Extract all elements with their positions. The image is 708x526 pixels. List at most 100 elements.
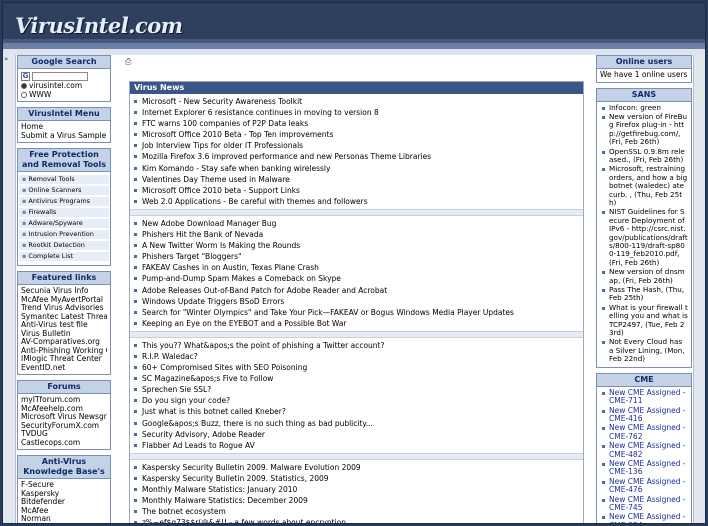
featured-link[interactable]: Anti-Phishing Working Group (21, 347, 107, 356)
news-item[interactable]: Monthly Malware Statistics: January 2010 (130, 484, 583, 495)
protection-link[interactable]: ▪ Complete List (19, 252, 109, 262)
kb-link[interactable]: Norman (21, 515, 107, 523)
news-item[interactable]: Web 2.0 Applications - Be careful with t… (130, 196, 583, 207)
forum-link[interactable]: TVDUG (21, 430, 107, 439)
news-item[interactable]: SC Magazine&apos;s Five to Follow (130, 373, 583, 384)
left-collapse-bar[interactable]: » (3, 55, 16, 523)
news-item[interactable]: Valentines Day Theme used in Malware (130, 174, 583, 185)
news-item[interactable]: R.I.P. Waledac? (130, 351, 583, 362)
news-item[interactable]: Do you sign your code? (130, 395, 583, 406)
search-input[interactable] (32, 72, 88, 81)
featured-link[interactable]: Secunia Virus Info (21, 287, 107, 296)
news-item[interactable]: Microsoft Office 2010 Beta - Top Ten imp… (130, 129, 583, 140)
news-item[interactable]: New Adobe Download Manager Bug (130, 218, 583, 229)
cme-item[interactable]: New CME Assigned - CME-934 (600, 513, 688, 523)
featured-link[interactable]: IMlogic Threat Center (21, 355, 107, 364)
news-item[interactable]: FAKEAV Cashes in on Austin, Texas Plane … (130, 262, 583, 273)
news-item[interactable]: Monthly Malware Statistics: December 200… (130, 495, 583, 506)
forum-link[interactable]: McAfeehelp.com (21, 405, 107, 414)
radio-icon[interactable] (21, 83, 27, 89)
kb-link[interactable]: Kaspersky (21, 490, 107, 499)
protection-link[interactable]: ▪ Online Scanners (19, 186, 109, 196)
browser-page: VirusIntel.com » Google Search G virusin… (2, 2, 706, 524)
news-item[interactable]: Mozilla Firefox 3.6 improved performance… (130, 151, 583, 162)
featured-link[interactable]: Anti-Virus test file (21, 321, 107, 330)
double-arrow-icon[interactable]: » (4, 55, 8, 63)
link-label: Rootkit Detection (28, 241, 85, 249)
right-scroll-bar[interactable] (693, 55, 705, 523)
sans-item[interactable]: New version of FireBug Firefox plug-in -… (600, 113, 688, 147)
cme-item[interactable]: New CME Assigned - CME-482 (600, 442, 688, 459)
featured-link[interactable]: Virus Bulletin (21, 330, 107, 339)
forum-link[interactable]: Microsoft Virus Newsgroup (21, 413, 107, 422)
news-item[interactable]: Kaspersky Security Bulletin 2009. Statis… (130, 473, 583, 484)
news-item[interactable]: This you?? What&apos;s the point of phis… (130, 340, 583, 351)
sans-item[interactable]: NIST Guidelines for Secure Deployment of… (600, 208, 688, 267)
featured-link[interactable]: AV-Comparatives.org (21, 338, 107, 347)
protection-link[interactable]: ▪ Removal Tools (19, 175, 109, 185)
kb-link[interactable]: McAfee (21, 507, 107, 516)
cme-item[interactable]: New CME Assigned - CME-745 (600, 496, 688, 513)
news-item[interactable]: Microsoft Office 2010 beta - Support Lin… (130, 185, 583, 196)
featured-link[interactable]: Trend Virus Advisories (21, 304, 107, 313)
news-item[interactable]: Just what is this botnet called Kneber? (130, 406, 583, 417)
radio-virusintel[interactable]: virusintel.com (21, 82, 107, 91)
kb-link[interactable]: Bitdefender (21, 498, 107, 507)
menu-link[interactable]: Submit a Virus Sample (21, 132, 107, 141)
radio-icon[interactable] (21, 91, 27, 98)
protection-link[interactable]: ▪ Adware/Spyware (19, 219, 109, 229)
protection-link[interactable]: ▪ Intrusion Prevention (19, 230, 109, 240)
forum-link[interactable]: SecurityForumX.com (21, 422, 107, 431)
radio-www[interactable]: WWW (21, 91, 107, 100)
news-item[interactable]: Windows Update Triggers BSoD Errors (130, 296, 583, 307)
news-item[interactable]: A New Twitter Worm Is Making the Rounds (130, 240, 583, 251)
news-item[interactable]: 60+ Compromised Sites with SEO Poisoning (130, 362, 583, 373)
news-item[interactable]: Security Advisory, Adobe Reader (130, 429, 583, 440)
sans-item[interactable]: OpenSSL 0.9.8m released., (Fri, Feb 26th… (600, 148, 688, 165)
cme-item[interactable]: New CME Assigned - CME-711 (600, 389, 688, 406)
news-item[interactable]: Internet Explorer 6 resistance continues… (130, 107, 583, 118)
news-item[interactable]: Pump-and-Dump Spam Makes a Comeback on S… (130, 273, 583, 284)
sans-item[interactable]: Microsoft, restraining orders, and how a… (600, 165, 688, 207)
cme-item[interactable]: New CME Assigned - CME-136 (600, 460, 688, 477)
news-item[interactable]: Microsoft - New Security Awareness Toolk… (130, 96, 583, 107)
news-item[interactable]: Kaspersky Security Bulletin 2009. Malwar… (130, 462, 583, 473)
news-item[interactable]: Google&apos;s Buzz, there is no such thi… (130, 418, 583, 429)
news-item[interactable]: The botnet ecosystem (130, 506, 583, 517)
news-item[interactable]: Phishers Target "Bloggers" (130, 251, 583, 262)
sans-item[interactable]: Pass The Hash, (Thu, Feb 25th) (600, 286, 688, 303)
kb-link[interactable]: Sophos (21, 524, 107, 525)
forum-link[interactable]: myITforum.com (21, 396, 107, 405)
news-section: Microsoft - New Security Awareness Toolk… (130, 94, 583, 209)
news-item[interactable]: Kim Komando - Stay safe when banking wir… (130, 163, 583, 174)
protection-link[interactable]: ▪ Antivirus Programs (19, 197, 109, 207)
news-item[interactable]: Search for "Winter Olympics" and Take Yo… (130, 307, 583, 318)
cme-item[interactable]: New CME Assigned - CME-762 (600, 424, 688, 441)
featured-link[interactable]: EventID.net (21, 364, 107, 373)
protection-link[interactable]: ▪ Firewalls (19, 208, 109, 218)
featured-links-box: Featured links Secunia Virus Info McAfee … (17, 271, 111, 375)
sans-item[interactable]: Infocon: green (600, 104, 688, 112)
news-item[interactable]: Adobe Releases Out-of-Band Patch for Ado… (130, 285, 583, 296)
left-column: Google Search G virusintel.com WWW Virus… (17, 55, 111, 525)
print-icon[interactable]: ⎙ (125, 57, 131, 67)
featured-link[interactable]: McAfee MyAvertPortal (21, 296, 107, 305)
news-item[interactable]: Keeping an Eye on the EYEBOT and a Possi… (130, 318, 583, 329)
news-item[interactable]: Flabber Ad Leads to Rogue AV (130, 440, 583, 451)
news-item[interactable]: z%~ef$g73$$r(@&#!! - a few words about e… (130, 517, 583, 523)
menu-link[interactable]: Home (21, 123, 107, 132)
news-item[interactable]: FTC warns 100 companies of P2P Data leak… (130, 118, 583, 129)
kb-link[interactable]: F-Secure (21, 481, 107, 490)
cme-item[interactable]: New CME Assigned - CME-416 (600, 407, 688, 424)
news-item[interactable]: Job Interview Tips for older IT Professi… (130, 140, 583, 151)
site-logo[interactable]: VirusIntel.com (15, 13, 183, 38)
featured-link[interactable]: Symantec Latest Threats (21, 313, 107, 322)
forum-link[interactable]: Castlecops.com (21, 439, 107, 448)
news-item[interactable]: Sprechen Sie SSL? (130, 384, 583, 395)
sans-item[interactable]: What is your firewall telling you and wh… (600, 304, 688, 338)
sans-item[interactable]: New version of dnsmap, (Fri, Feb 26th) (600, 268, 688, 285)
sans-item[interactable]: Not Every Cloud has a Silver Lining, (Mo… (600, 338, 688, 363)
protection-link[interactable]: ▪ Rootkit Detection (19, 241, 109, 251)
cme-item[interactable]: New CME Assigned - CME-476 (600, 478, 688, 495)
news-item[interactable]: Phishers Hit the Bank of Nevada (130, 229, 583, 240)
